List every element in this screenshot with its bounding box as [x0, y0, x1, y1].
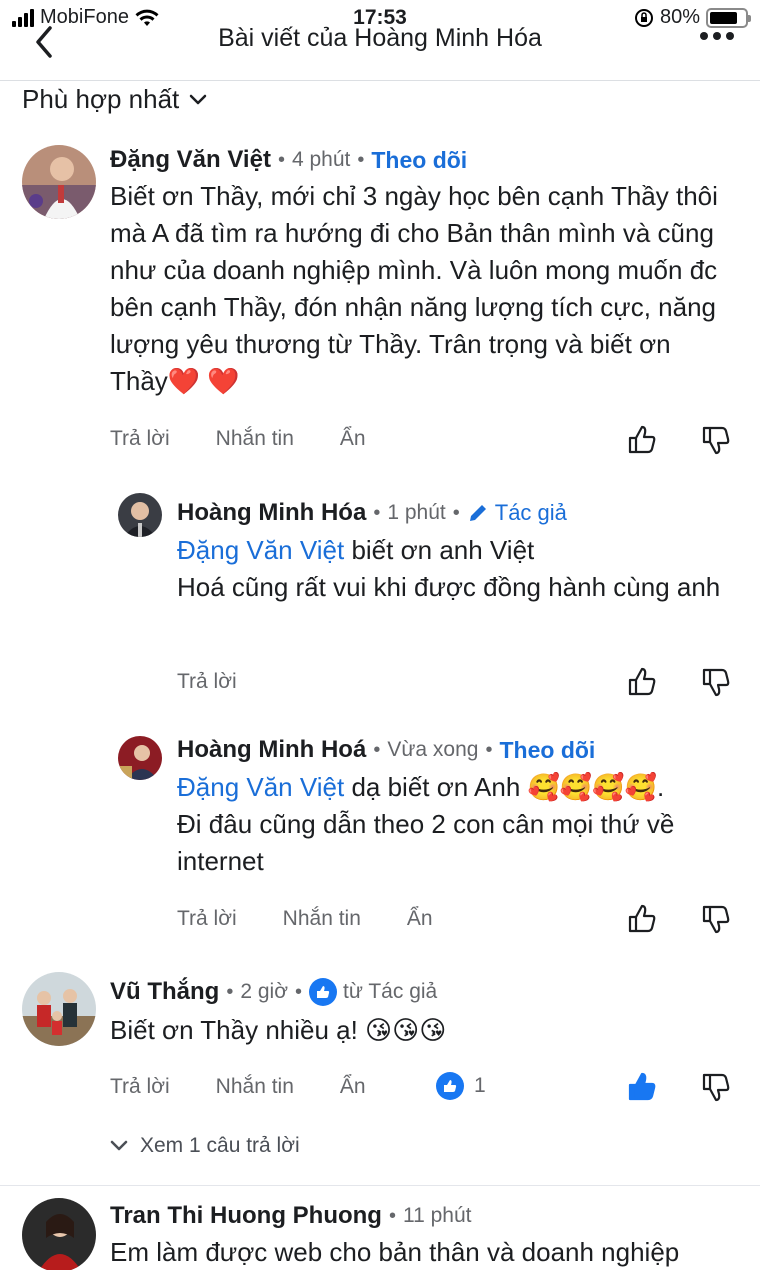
header-divider	[0, 80, 760, 81]
author-name[interactable]: Đặng Văn Việt	[110, 146, 271, 174]
comment-meta: Đặng Văn Việt • 4 phút • Theo dõi	[110, 146, 468, 174]
thumbs-up-icon[interactable]	[626, 666, 658, 698]
author-name[interactable]: Hoàng Minh Hóa	[177, 499, 366, 527]
follow-link[interactable]: Theo dõi	[371, 147, 467, 174]
comment-time: 4 phút	[291, 148, 351, 171]
sort-dropdown[interactable]: Phù hợp nhất	[22, 84, 207, 115]
thumbs-up-icon[interactable]	[626, 903, 658, 935]
comment-meta: Vũ Thắng • 2 giờ • từ Tác giả	[110, 978, 438, 1006]
pencil-icon	[469, 505, 486, 521]
reply-text: Đặng Văn Việt dạ biết ơn Anh 🥰🥰🥰🥰. Đi đâ…	[177, 769, 737, 880]
author-name[interactable]: Vũ Thắng	[110, 978, 219, 1006]
comment-time: 1 phút	[387, 501, 446, 524]
thumbs-up-icon[interactable]	[626, 1071, 658, 1103]
comment-text: Em làm được web cho bản thân và doanh ng…	[110, 1237, 680, 1267]
liked-by-author: từ Tác giả	[309, 978, 437, 1006]
hide-button[interactable]: Ẩn	[407, 907, 433, 931]
reply-button[interactable]: Trả lời	[110, 427, 170, 451]
like-badge-icon	[436, 1072, 464, 1100]
like-badge-icon	[309, 978, 337, 1006]
thumbs-down-icon[interactable]	[700, 424, 732, 456]
reply-button[interactable]: Trả lời	[177, 907, 237, 931]
avatar[interactable]	[22, 972, 96, 1046]
mention-link[interactable]: Đặng Văn Việt	[177, 772, 344, 802]
comment-time: Vừa xong	[387, 738, 479, 761]
sort-label: Phù hợp nhất	[22, 84, 180, 114]
reaction-count[interactable]: 1	[436, 1072, 486, 1100]
view-replies-label: Xem 1 câu trả lời	[140, 1134, 300, 1157]
comment-actions: Trả lời Nhắn tin Ẩn	[110, 1075, 366, 1099]
message-button[interactable]: Nhắn tin	[216, 1075, 294, 1099]
avatar[interactable]	[118, 493, 162, 537]
comment-text: Biết ơn Thầy nhiều ạ! 😘😘😘	[110, 1015, 447, 1045]
reply-button[interactable]: Trả lời	[177, 670, 237, 694]
section-divider	[0, 1185, 760, 1186]
mention-link[interactable]: Đặng Văn Việt	[177, 535, 344, 565]
reply-text: Đặng Văn Việt biết ơn anh Việt Hoá cũng …	[177, 532, 727, 606]
reply-meta: Hoàng Minh Hóa • 1 phút • Tác giả	[177, 499, 567, 527]
avatar[interactable]	[22, 1198, 96, 1270]
avatar[interactable]	[22, 145, 96, 219]
reply-actions: Trả lời Nhắn tin Ẩn	[177, 907, 433, 931]
comment-text: Biết ơn Thầy, mới chỉ 3 ngày học bên cạn…	[110, 181, 718, 396]
message-button[interactable]: Nhắn tin	[216, 427, 294, 451]
reply-actions: Trả lời	[177, 670, 237, 694]
author-name[interactable]: Hoàng Minh Hoá	[177, 736, 366, 764]
avatar[interactable]	[118, 736, 162, 780]
reply-button[interactable]: Trả lời	[110, 1075, 170, 1099]
chevron-down-icon	[190, 94, 207, 104]
header: Bài viết của Hoàng Minh Hóa	[0, 18, 760, 78]
hide-button[interactable]: Ẩn	[340, 427, 366, 451]
liked-by-author-label: từ Tác giả	[343, 980, 438, 1003]
reply-meta: Hoàng Minh Hoá • Vừa xong • Theo dõi	[177, 736, 596, 764]
author-badge-label: Tác giả	[494, 500, 567, 525]
thumbs-up-icon[interactable]	[626, 424, 658, 456]
author-name[interactable]: Tran Thi Huong Phuong	[110, 1202, 382, 1230]
thumbs-down-icon[interactable]	[700, 903, 732, 935]
comment-actions: Trả lời Nhắn tin Ẩn	[110, 427, 366, 451]
hide-button[interactable]: Ẩn	[340, 1075, 366, 1099]
comment-time: 11 phút	[402, 1204, 472, 1227]
follow-link[interactable]: Theo dõi	[499, 737, 595, 764]
chevron-down-icon	[110, 1140, 128, 1151]
comment-time: 2 giờ	[240, 980, 288, 1003]
page-title: Bài viết của Hoàng Minh Hóa	[218, 24, 542, 52]
reaction-count-label: 1	[474, 1074, 486, 1097]
view-replies-button[interactable]: Xem 1 câu trả lời	[110, 1134, 300, 1158]
message-button[interactable]: Nhắn tin	[283, 907, 361, 931]
thumbs-down-icon[interactable]	[700, 666, 732, 698]
thumbs-down-icon[interactable]	[700, 1071, 732, 1103]
more-dots-icon[interactable]	[700, 32, 734, 40]
author-badge: Tác giả	[467, 500, 567, 526]
comment-meta: Tran Thi Huong Phuong • 11 phút	[110, 1202, 472, 1230]
